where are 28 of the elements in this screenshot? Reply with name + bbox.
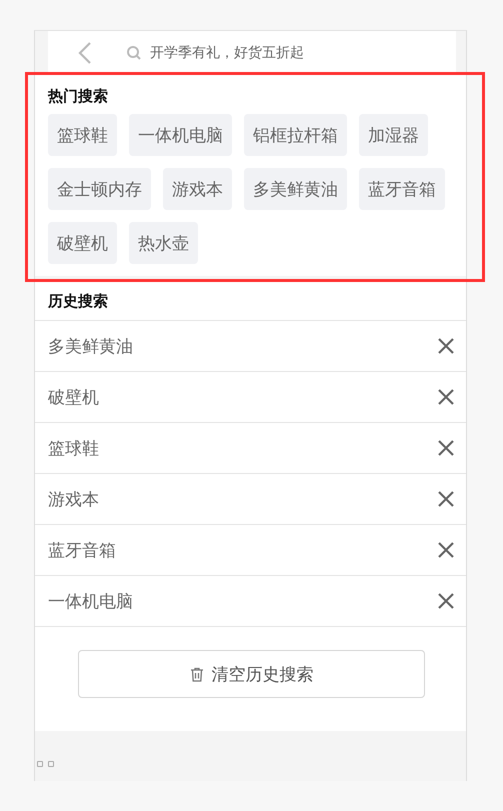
search-tag[interactable]: 热水壶 [129,222,198,264]
search-tag[interactable]: 多美鲜黄油 [244,168,347,210]
section-title: 历史搜索 [35,282,466,321]
search-icon [126,45,142,61]
search-tag[interactable]: 蓝牙音箱 [359,168,445,210]
history-item[interactable]: 游戏本 [48,488,99,510]
trash-icon [190,666,204,682]
search-tag[interactable]: 铝框拉杆箱 [244,114,347,156]
search-tag[interactable]: 游戏本 [163,168,232,210]
close-icon[interactable] [438,542,454,558]
close-icon[interactable] [438,593,454,609]
search-tag[interactable]: 一体机电脑 [129,114,232,156]
section-title: 热门搜索 [48,87,109,106]
search-tag[interactable]: 金士顿内存 [48,168,151,210]
search-tag[interactable]: 加湿器 [359,114,428,156]
search-tag[interactable]: 破壁机 [48,222,117,264]
history-item[interactable]: 篮球鞋 [48,436,99,460]
history-item[interactable]: 蓝牙音箱 [48,538,116,562]
close-icon[interactable] [438,389,454,405]
close-icon[interactable] [438,440,454,456]
search-tag[interactable]: 篮球鞋 [48,114,117,156]
close-icon[interactable] [438,338,454,354]
history-item[interactable]: 多美鲜黄油 [48,334,133,358]
history-item[interactable]: 一体机电脑 [48,590,133,612]
search-field[interactable]: 开学季有礼，好货五折起 [150,45,380,61]
clear-history-button[interactable]: 清空历史搜索 [78,650,425,698]
close-icon[interactable] [438,491,454,507]
history-item[interactable]: 破壁机 [48,386,99,408]
